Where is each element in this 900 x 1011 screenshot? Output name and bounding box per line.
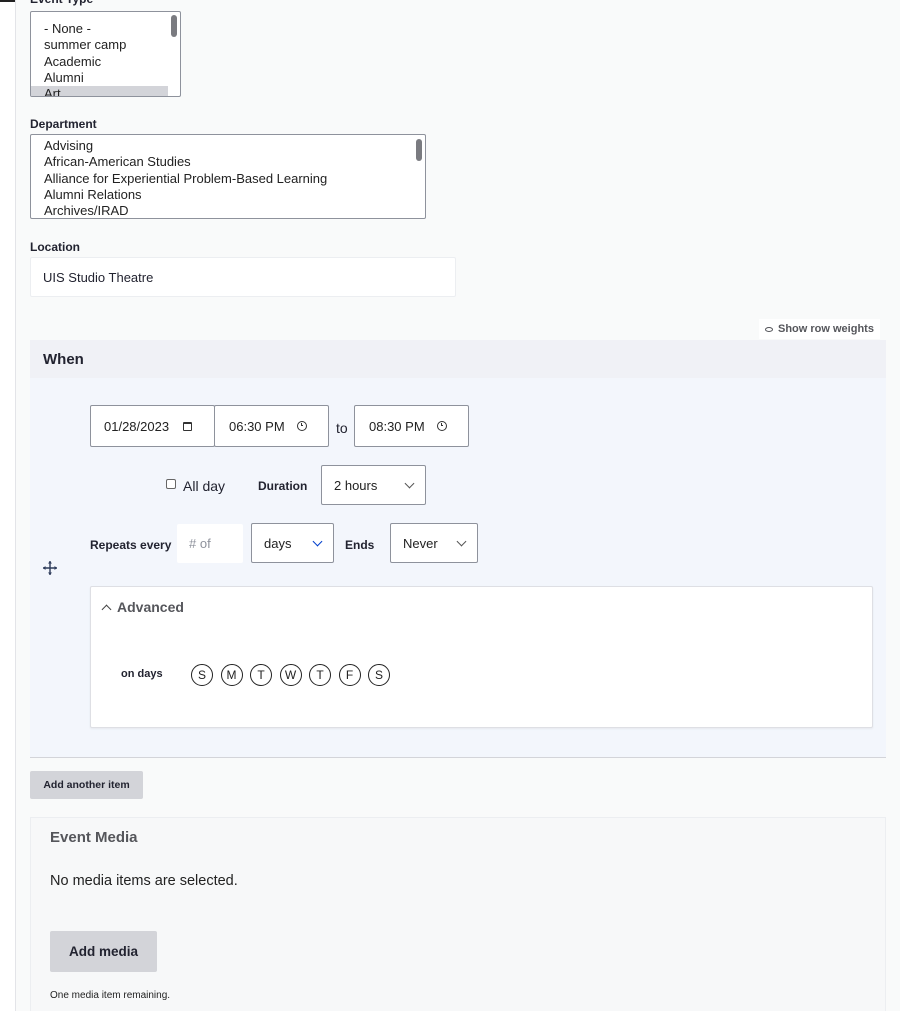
event-type-listbox[interactable]: - None - summer camp Academic Alumni Art: [30, 11, 181, 97]
start-time-input[interactable]: 06:30 PM: [214, 405, 329, 447]
event-type-option[interactable]: Academic: [31, 54, 180, 70]
day-sunday[interactable]: S: [191, 664, 213, 686]
department-scrollbar[interactable]: [416, 139, 422, 161]
add-another-item-button[interactable]: Add another item: [30, 771, 143, 799]
no-media-text: No media items are selected.: [50, 873, 238, 889]
chevron-down-icon: [312, 536, 323, 546]
duration-select[interactable]: 2 hours: [321, 465, 426, 505]
location-value: UIS Studio Theatre: [43, 269, 154, 285]
day-friday[interactable]: F: [338, 664, 361, 686]
ends-select[interactable]: Never: [390, 523, 478, 563]
chevron-down-icon: [404, 478, 415, 488]
ends-value: Never: [403, 535, 438, 551]
media-remaining-text: One media item remaining.: [50, 990, 171, 1001]
repeats-unit-value: days: [264, 535, 292, 551]
day-thursday[interactable]: T: [309, 664, 331, 686]
advanced-title: Advanced: [117, 599, 184, 615]
repeats-placeholder: # of: [189, 536, 211, 551]
advanced-details: Advanced on days S M T W T F S: [90, 586, 873, 728]
department-option[interactable]: Alliance for Experiential Problem-Based …: [31, 171, 425, 187]
on-days-label: on days: [121, 668, 163, 680]
start-time-value: 06:30 PM: [229, 418, 285, 434]
form-page: Event Type - None - summer camp Academic…: [15, 0, 900, 1011]
event-type-option[interactable]: - None -: [31, 21, 180, 37]
event-type-label: Event Type: [30, 0, 93, 6]
show-row-weights-button[interactable]: Show row weights: [759, 319, 880, 339]
day-monday[interactable]: M: [220, 664, 243, 686]
event-type-option[interactable]: summer camp: [31, 37, 180, 53]
day-tuesday[interactable]: T: [250, 664, 272, 686]
department-listbox[interactable]: Advising African-American Studies Allian…: [30, 134, 426, 219]
department-option[interactable]: Alumni Relations: [31, 187, 425, 203]
date-value: 01/28/2023: [104, 418, 170, 434]
location-input[interactable]: UIS Studio Theatre: [30, 257, 456, 297]
department-option[interactable]: Advising: [31, 138, 425, 154]
event-media-section: Event Media No media items are selected.…: [30, 817, 886, 1011]
department-label: Department: [30, 117, 97, 131]
date-input[interactable]: 01/28/2023: [90, 405, 215, 447]
chevron-up-icon: [101, 604, 112, 614]
day-wednesday[interactable]: W: [279, 664, 302, 686]
duration-label: Duration: [258, 479, 308, 493]
event-media-title: Event Media: [50, 829, 138, 846]
department-option[interactable]: Archives/IRAD: [31, 203, 425, 218]
all-day-checkbox[interactable]: [166, 479, 176, 489]
to-label: to: [336, 420, 348, 436]
repeats-unit-select[interactable]: days: [251, 523, 334, 563]
event-type-option-selected[interactable]: Art: [31, 86, 168, 96]
end-time-value: 08:30 PM: [369, 418, 425, 434]
chevron-down-icon: [456, 536, 467, 546]
clock-icon[interactable]: [296, 421, 307, 431]
day-saturday[interactable]: S: [368, 664, 390, 686]
all-day-label: All day: [183, 478, 226, 494]
calendar-icon[interactable]: [183, 421, 193, 431]
eye-icon: [765, 326, 773, 332]
event-type-option[interactable]: Alumni: [31, 70, 180, 86]
end-time-input[interactable]: 08:30 PM: [354, 405, 469, 447]
drag-handle-icon[interactable]: [42, 560, 58, 576]
department-option[interactable]: African-American Studies: [31, 154, 425, 170]
add-media-button[interactable]: Add media: [50, 931, 157, 972]
ends-label: Ends: [345, 538, 375, 552]
duration-value: 2 hours: [334, 477, 378, 493]
repeats-count-input[interactable]: # of: [177, 524, 243, 563]
show-row-weights-label: Show row weights: [778, 323, 874, 335]
event-type-scrollbar[interactable]: [171, 15, 177, 37]
repeats-label: Repeats every: [90, 538, 172, 552]
location-label: Location: [30, 240, 80, 254]
clock-icon[interactable]: [436, 421, 447, 431]
when-header: When: [30, 340, 886, 378]
day-picker: S M T W T F S: [191, 664, 390, 686]
advanced-toggle[interactable]: Advanced: [101, 599, 184, 615]
when-title: When: [43, 350, 84, 368]
